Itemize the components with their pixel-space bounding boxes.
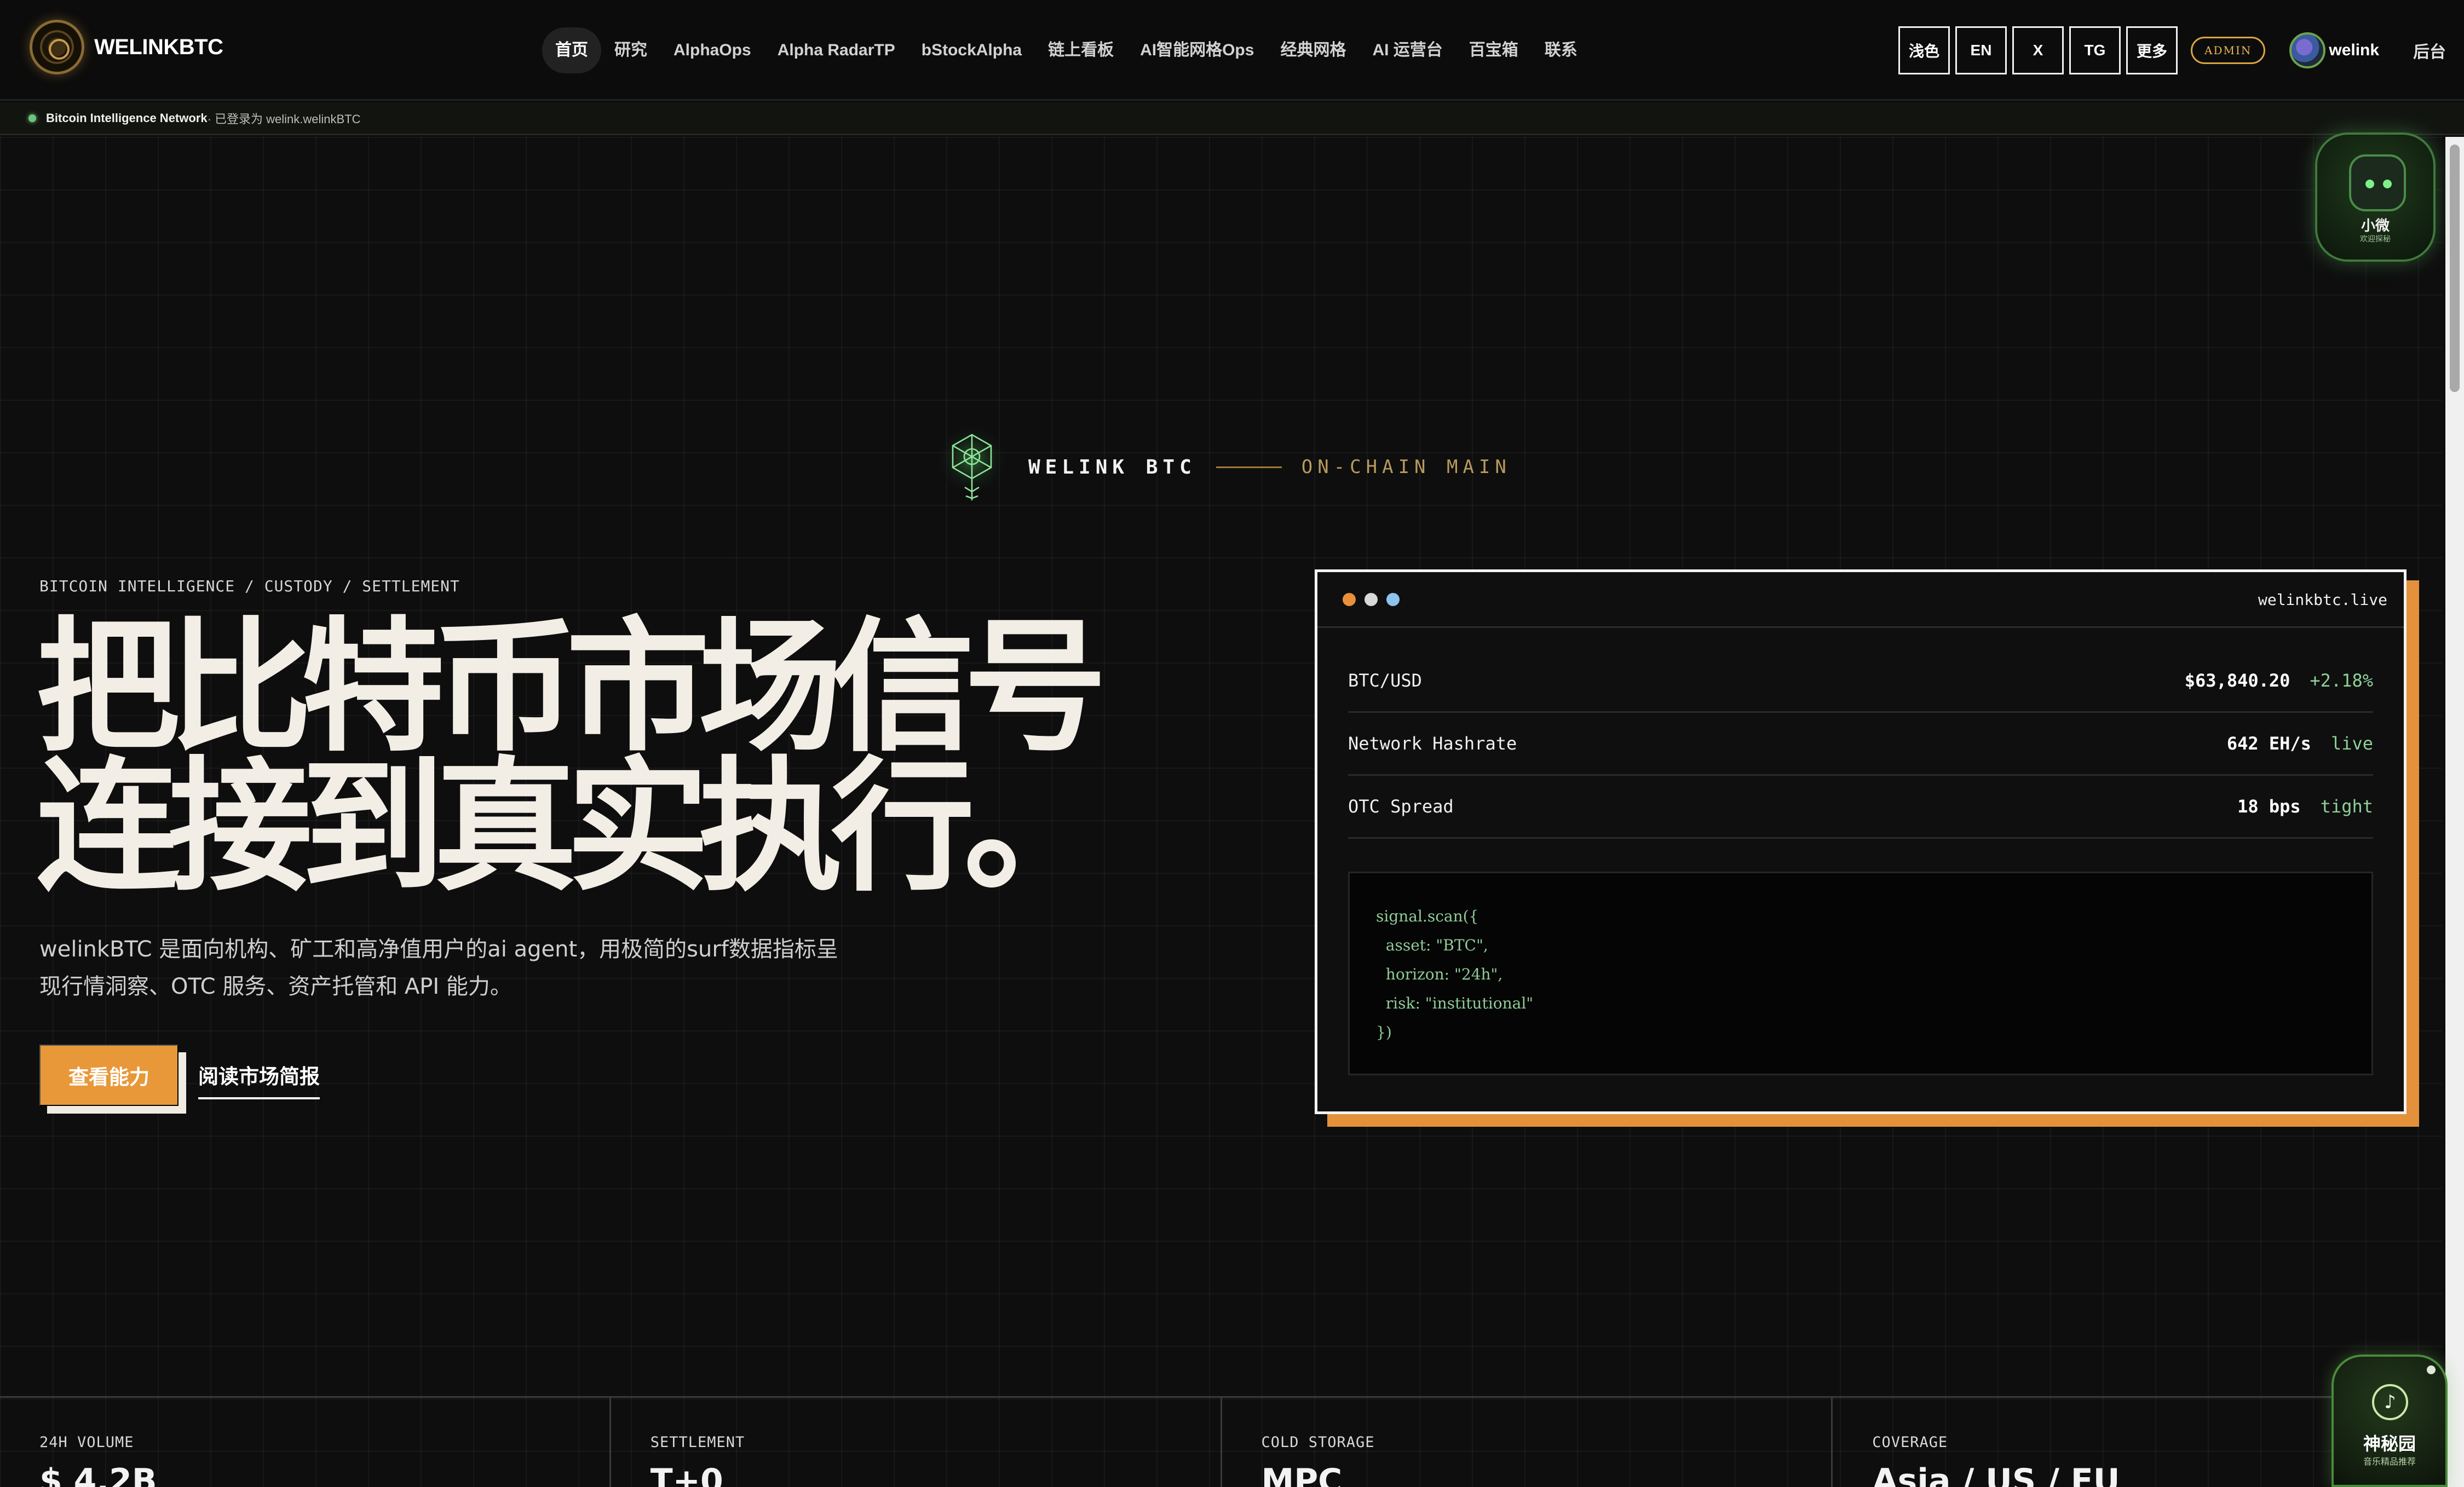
description-line-1: welinkBTC 是面向机构、矿工和高净值用户的ai agent，用极简的su… — [39, 937, 838, 962]
assistant-subtitle: 欢迎探秘 — [2360, 235, 2391, 244]
stats-strip: 24H VOLUME $ 4.2B SETTLEMENT T+0 COLD ST… — [0, 1396, 2442, 1487]
backend-link[interactable]: 后台 — [2413, 38, 2446, 62]
market-terminal-card: welinkbtc.live BTC/USD $63,840.20 +2.18% … — [1315, 569, 2407, 1114]
mark-subtitle: ON-CHAIN MAIN — [1301, 456, 1511, 478]
headline-line-1: 把比特币市场信号 — [36, 604, 1107, 771]
metric-value: $63,840.20 — [2184, 670, 2290, 691]
robot-icon — [2349, 154, 2406, 211]
metric-label: BTC/USD — [1348, 670, 1422, 691]
nav-link-onchain-dashboard[interactable]: 链上看板 — [1035, 27, 1127, 73]
robot-eye-right — [2383, 180, 2392, 188]
brand[interactable]: WELINKBTC — [30, 20, 223, 74]
stat-value: $ 4.2B — [39, 1462, 157, 1487]
nav-actions: 浅色 EN X TG 更多 ADMIN welink 后台 — [1898, 26, 2446, 74]
metric-tag: +2.18% — [2310, 670, 2373, 691]
stat-label: COLD STORAGE — [1261, 1434, 1375, 1451]
user-menu[interactable]: welink — [2289, 32, 2379, 68]
mark-title: WELINK BTC — [1028, 456, 1196, 479]
metric-tag: live — [2330, 733, 2373, 754]
nav-link-bstockalpha[interactable]: bStockAlpha — [908, 27, 1035, 73]
metric-value: 18 bps — [2237, 796, 2301, 817]
stat-label: SETTLEMENT — [650, 1434, 745, 1451]
top-navigation: WELINKBTC 首页 研究 AlphaOps Alpha RadarTP b… — [0, 0, 2464, 101]
stat-label: 24H VOLUME — [39, 1434, 134, 1451]
metric-rows: BTC/USD $63,840.20 +2.18% Network Hashrat… — [1317, 650, 2404, 839]
telegram-button[interactable]: TG — [2069, 26, 2121, 74]
light-theme-button[interactable]: 浅色 — [1898, 26, 1950, 74]
secret-garden-name: 神秘园 — [2363, 1433, 2416, 1454]
metric-row: BTC/USD $63,840.20 +2.18% — [1348, 650, 2373, 713]
window-dot-orange — [1343, 592, 1356, 606]
more-button[interactable]: 更多 — [2126, 26, 2178, 74]
stat-cold-storage: COLD STORAGE MPC — [1222, 1398, 1833, 1487]
hero-headline: 把比特币市场信号 连接到真实执行。 — [36, 604, 1296, 910]
robot-eye-left — [2365, 180, 2374, 188]
notification-dot — [2427, 1365, 2436, 1374]
stat-settlement: SETTLEMENT T+0 — [611, 1398, 1222, 1487]
nav-link-alphaops[interactable]: AlphaOps — [660, 27, 764, 73]
stat-label: COVERAGE — [1872, 1434, 1948, 1451]
metric-value: 642 EH/s — [2226, 733, 2311, 754]
language-button[interactable]: EN — [1955, 26, 2007, 74]
nav-link-toolbox[interactable]: 百宝箱 — [1456, 27, 1532, 73]
cta-group: 查看能力 — [39, 1045, 186, 1114]
secret-garden-widget[interactable]: ♪ 神秘园 音乐精品推荐 — [2331, 1355, 2448, 1487]
metric-label: OTC Spread — [1348, 796, 1454, 817]
page-scrollbar[interactable] — [2445, 137, 2464, 1487]
brand-name: WELINKBTC — [94, 34, 223, 59]
x-social-button[interactable]: X — [2012, 26, 2064, 74]
description-line-2: 现行情洞察、OTC 服务、资产托管和 API 能力。 — [39, 974, 512, 999]
admin-badge[interactable]: ADMIN — [2191, 37, 2266, 64]
nav-link-home[interactable]: 首页 — [542, 27, 601, 73]
window-dot-blue — [1386, 592, 1400, 606]
login-status: · 已登录为 welink.welinkBTC — [207, 112, 361, 126]
code-snippet: signal.scan({ asset: "BTC", horizon: "24… — [1348, 872, 2373, 1075]
headline-line-2: 连接到真实执行。 — [36, 744, 1107, 910]
nav-link-classic-grid[interactable]: 经典网格 — [1267, 27, 1359, 73]
nav-link-ai-operations[interactable]: AI 运营台 — [1359, 27, 1455, 73]
nav-link-research[interactable]: 研究 — [601, 27, 660, 73]
assistant-widget[interactable]: 小微 欢迎探秘 — [2315, 132, 2436, 262]
brand-mark: WELINK BTC ON-CHAIN MAIN — [931, 426, 1511, 508]
avatar — [2289, 32, 2326, 68]
stat-value: T+0 — [650, 1462, 723, 1487]
hero-eyebrow: BITCOIN INTELLIGENCE / CUSTODY / SETTLEM… — [39, 577, 460, 595]
assistant-name: 小微 — [2361, 218, 2390, 234]
status-bar: Bitcoin Intelligence Network · 已登录为 weli… — [0, 102, 2464, 135]
tree-emblem-icon — [936, 427, 1008, 500]
metric-row: Network Hashrate 642 EH/s live — [1348, 713, 2373, 776]
nav-link-contact[interactable]: 联系 — [1532, 27, 1591, 73]
hero-description: welinkBTC 是面向机构、矿工和高净值用户的ai agent，用极简的su… — [39, 931, 883, 1005]
nav-link-alpha-radar[interactable]: Alpha RadarTP — [764, 27, 908, 73]
user-name: welink — [2329, 41, 2380, 59]
card-header: welinkbtc.live — [1317, 572, 2404, 628]
online-status-icon — [28, 114, 36, 122]
view-capabilities-button[interactable]: 查看能力 — [39, 1045, 179, 1106]
mark-divider — [1216, 466, 1282, 468]
metric-label: Network Hashrate — [1348, 733, 1517, 754]
stat-volume: 24H VOLUME $ 4.2B — [0, 1398, 611, 1487]
music-note-icon: ♪ — [2372, 1384, 2408, 1420]
window-dot-gray — [1365, 592, 1378, 606]
metric-tag: tight — [2320, 796, 2373, 817]
read-market-brief-link[interactable]: 阅读市场简报 — [198, 1060, 320, 1099]
bitcoin-coin-icon — [30, 20, 84, 74]
secret-garden-subtitle: 音乐精品推荐 — [2363, 1456, 2416, 1467]
stat-value: Asia / US / EU — [1872, 1462, 2120, 1487]
metric-row: OTC Spread 18 bps tight — [1348, 776, 2373, 839]
stat-value: MPC — [1261, 1462, 1343, 1487]
card-host: welinkbtc.live — [2258, 591, 2387, 609]
network-name: Bitcoin Intelligence Network — [46, 111, 208, 125]
nav-link-ai-grid-ops[interactable]: AI智能网格Ops — [1127, 27, 1267, 73]
scrollbar-thumb[interactable] — [2450, 145, 2460, 392]
main-nav: 首页 研究 AlphaOps Alpha RadarTP bStockAlpha… — [542, 27, 1591, 73]
